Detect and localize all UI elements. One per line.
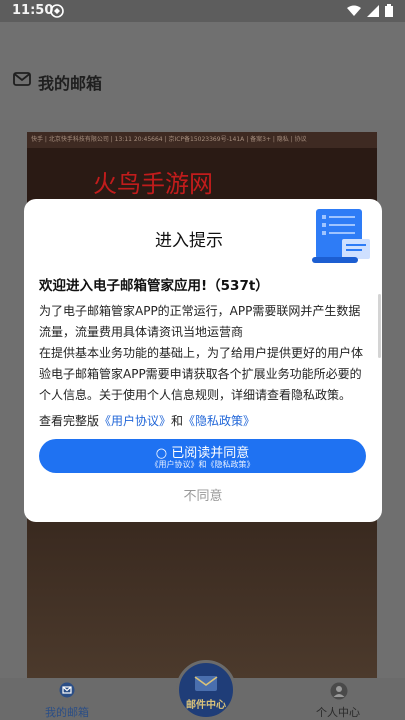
agree-subtext: 《用户协议》和《隐私政策》: [150, 460, 255, 469]
dialog-scrollbar[interactable]: [378, 294, 381, 358]
notice-paragraph-2: 在提供基本业务功能的基础上，为了给用户提供更好的用户体验电子邮箱管家APP需要申…: [39, 346, 364, 402]
privacy-policy-link[interactable]: 《隐私政策》: [183, 414, 255, 428]
links-and: 和: [171, 414, 184, 428]
user-agreement-link[interactable]: 《用户协议》: [99, 414, 171, 428]
welcome-heading: 欢迎进入电子邮箱管家应用!（537t）: [39, 278, 269, 294]
disagree-button[interactable]: 不同意: [24, 485, 382, 504]
policy-links: 查看完整版《用户协议》和《隐私政策》: [39, 412, 367, 429]
dialog-body[interactable]: 欢迎进入电子邮箱管家应用!（537t） 为了电子邮箱管家APP的正常运行，APP…: [39, 274, 367, 434]
notice-paragraph-1: 为了电子邮箱管家APP的正常运行，APP需要联网并产生数据流量，流量费用具体请资…: [39, 304, 361, 339]
dialog-title: 进入提示: [155, 231, 223, 251]
privacy-dialog: 进入提示 欢迎进入电子邮箱管家应用!（537t） 为了电子邮箱管家APP的正常运…: [24, 199, 382, 522]
agree-button[interactable]: ○ 已阅读并同意 《用户协议》和《隐私政策》: [39, 439, 366, 473]
links-prefix: 查看完整版: [39, 414, 100, 428]
document-illustration-icon: [312, 209, 370, 263]
